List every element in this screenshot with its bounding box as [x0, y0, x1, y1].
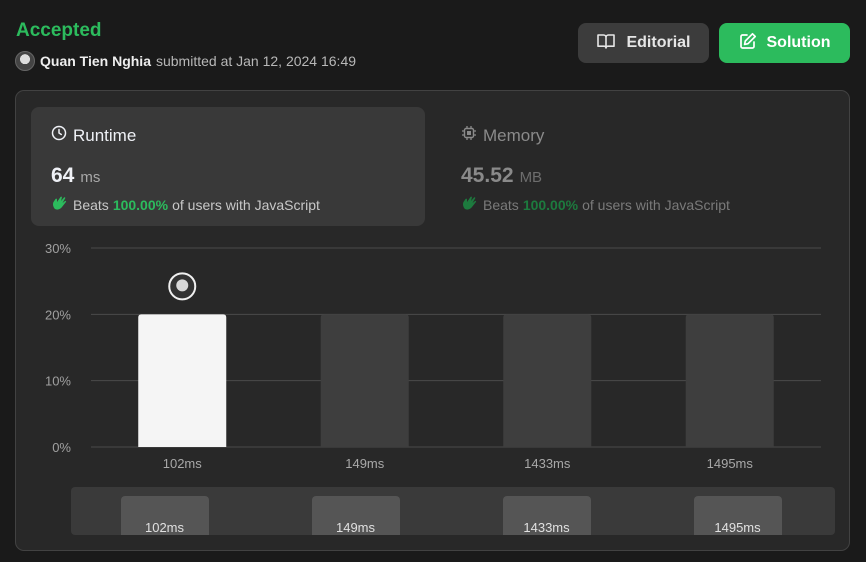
bar: [138, 314, 227, 447]
user-avatar-marker[interactable]: [168, 272, 197, 301]
y-tick-label: 10%: [45, 374, 71, 389]
range-bar-label: 1495ms: [714, 520, 761, 535]
submission-info: Quan Tien Nghia submitted at Jan 12, 202…: [15, 51, 356, 71]
user-name[interactable]: Quan Tien Nghia: [40, 53, 151, 69]
x-tick-label: 1495ms: [707, 456, 754, 471]
edit-icon: [739, 32, 757, 55]
y-tick-label: 0%: [52, 440, 71, 455]
range-bar-label: 1433ms: [523, 520, 570, 535]
range-bar: 1495ms: [693, 496, 782, 535]
range-bar: 102ms: [120, 496, 209, 535]
range-selector[interactable]: 102ms 149ms 1433ms 1495ms: [71, 487, 835, 535]
editorial-button[interactable]: Editorial: [578, 23, 709, 63]
range-bar: 1433ms: [502, 496, 591, 535]
bar: [503, 314, 592, 447]
x-tick-label: 102ms: [163, 456, 203, 471]
submitted-time: submitted at Jan 12, 2024 16:49: [155, 53, 357, 69]
book-icon: [596, 32, 616, 55]
runtime-distribution-chart: 0% 10% 20% 30% 102ms 149ms 1433ms 1495ms: [45, 241, 821, 471]
range-bar-label: 149ms: [335, 520, 376, 535]
solution-button[interactable]: Solution: [719, 23, 850, 63]
status-label: Accepted: [16, 20, 102, 41]
result-panel: Runtime 64 ms Beats 100.00% of users with…: [15, 90, 850, 551]
range-bar: 149ms: [311, 496, 400, 535]
y-tick-label: 20%: [45, 307, 71, 322]
x-tick-label: 1433ms: [524, 456, 571, 471]
solution-label: Solution: [766, 34, 831, 51]
x-tick-label: 149ms: [345, 456, 385, 471]
y-tick-label: 30%: [45, 241, 71, 256]
avatar[interactable]: [15, 51, 35, 71]
editorial-label: Editorial: [626, 34, 691, 51]
bar: [685, 314, 774, 447]
range-bar-label: 102ms: [144, 520, 185, 535]
bar: [320, 314, 409, 447]
